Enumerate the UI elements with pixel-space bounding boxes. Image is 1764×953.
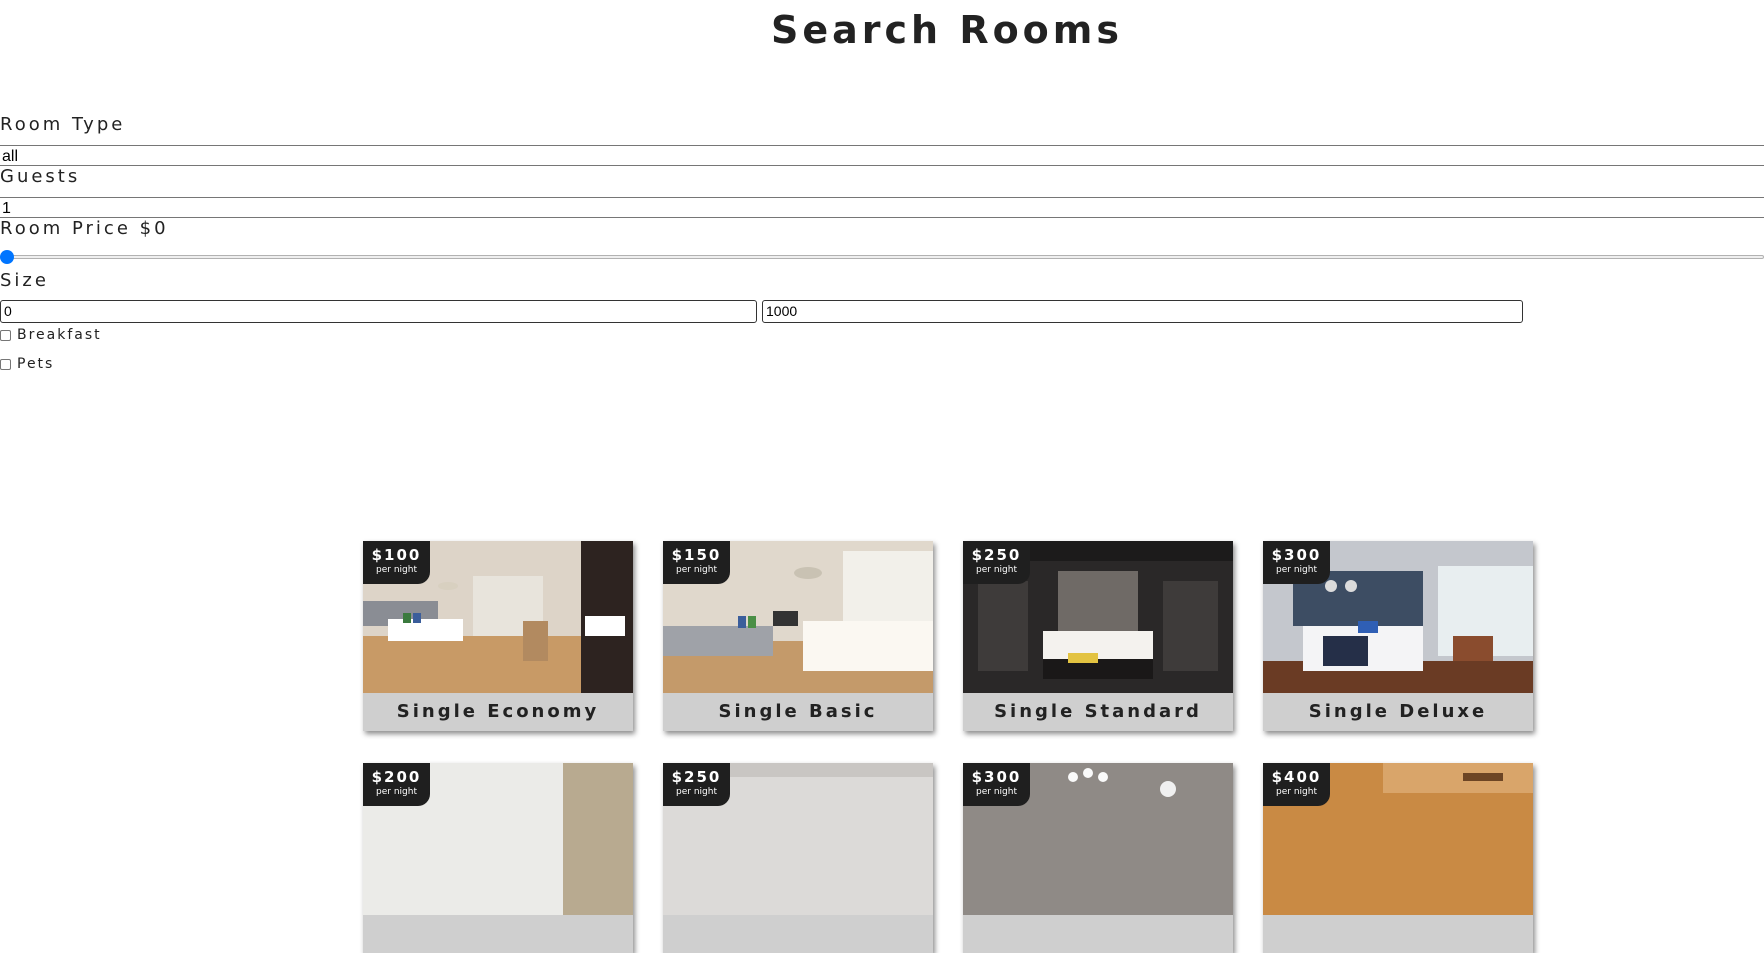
price-value: $100 (371, 546, 422, 564)
price-tag: $100 per night (363, 541, 430, 584)
price-value: $250 (971, 546, 1022, 564)
size-label: Size (0, 270, 49, 291)
price-unit: per night (376, 565, 417, 575)
size-max-input[interactable]: 1000 (762, 300, 1523, 323)
room-name (663, 915, 933, 953)
price-value: $400 (1271, 768, 1322, 786)
price-unit: per night (376, 787, 417, 797)
room-name (363, 915, 633, 953)
room-name (1263, 915, 1533, 953)
slider-thumb[interactable] (0, 250, 14, 264)
price-value: $300 (1271, 546, 1322, 564)
price-value: $200 (371, 768, 422, 786)
breakfast-label: Breakfast (17, 327, 102, 343)
pets-checkbox[interactable] (0, 358, 11, 370)
price-tag: $250 per night (663, 763, 730, 806)
page-title: Search Rooms (770, 8, 1124, 52)
room-type-select[interactable]: all (0, 145, 1764, 166)
price-value: $300 (971, 768, 1022, 786)
room-name: Single Deluxe (1308, 701, 1488, 722)
room-card[interactable]: $300 per night Single Deluxe (1263, 541, 1533, 731)
guests-select[interactable]: 1 (0, 197, 1764, 218)
price-tag: $250 per night (963, 541, 1030, 584)
price-unit: per night (676, 565, 717, 575)
pets-label: Pets (17, 356, 55, 372)
breakfast-checkbox[interactable] (0, 329, 11, 341)
guests-label: Guests (0, 166, 81, 187)
price-tag: $400 per night (1263, 763, 1330, 806)
room-name: Single Basic (718, 701, 878, 722)
room-name: Single Standard (994, 701, 1202, 722)
room-card[interactable]: $250 per night Single Standard (963, 541, 1233, 731)
price-unit: per night (676, 787, 717, 797)
slider-track (0, 255, 1764, 259)
room-type-label: Room Type (0, 114, 126, 135)
price-tag: $200 per night (363, 763, 430, 806)
price-tag: $150 per night (663, 541, 730, 584)
price-value: $150 (671, 546, 722, 564)
room-card[interactable]: $100 per night Single Economy (363, 541, 633, 731)
pets-option[interactable]: Pets (0, 356, 54, 372)
room-price-label: Room Price $0 (0, 218, 169, 239)
price-unit: per night (1276, 565, 1317, 575)
room-name (963, 915, 1233, 953)
price-unit: per night (976, 565, 1017, 575)
price-unit: per night (976, 787, 1017, 797)
room-price-slider[interactable] (0, 250, 1764, 264)
price-unit: per night (1276, 787, 1317, 797)
breakfast-option[interactable]: Breakfast (0, 327, 102, 343)
price-tag: $300 per night (963, 763, 1030, 806)
price-tag: $300 per night (1263, 541, 1330, 584)
room-card[interactable]: $150 per night Single Basic (663, 541, 933, 731)
room-name: Single Economy (396, 701, 600, 722)
price-value: $250 (671, 768, 722, 786)
size-min-input[interactable]: 0 (0, 300, 757, 323)
